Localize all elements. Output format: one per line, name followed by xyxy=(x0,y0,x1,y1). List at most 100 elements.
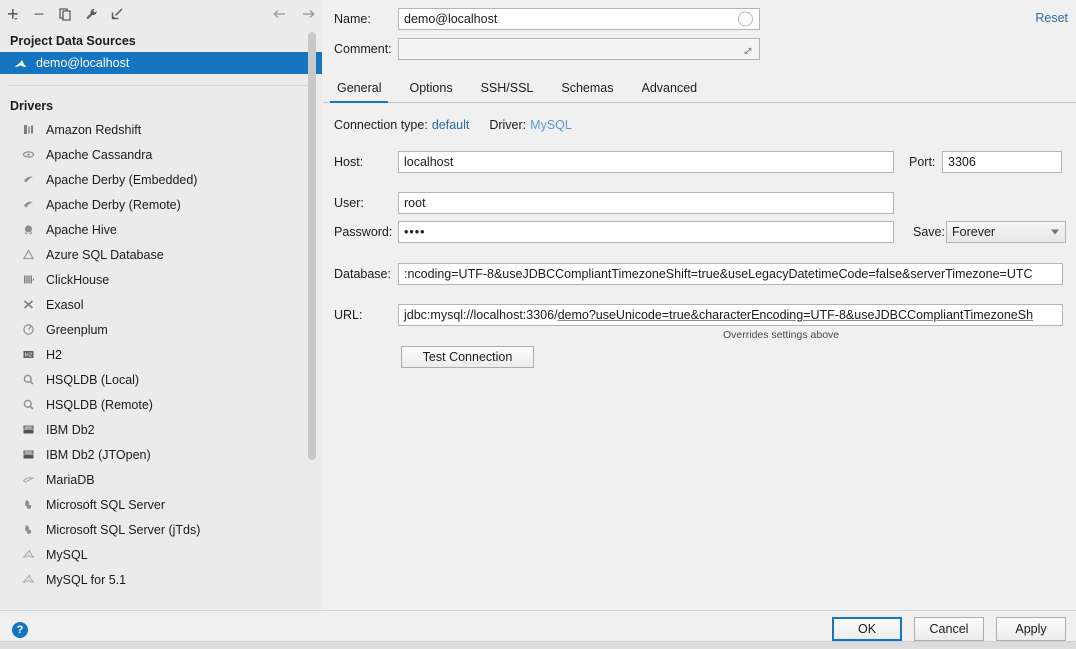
tab-ssh-ssl[interactable]: SSH/SSL xyxy=(467,81,548,102)
driver-item[interactable]: Apache Derby (Remote) xyxy=(0,192,322,217)
database-input-value: :ncoding=UTF-8&useJDBCCompliantTimezoneS… xyxy=(404,267,1033,281)
tab-label: SSH/SSL xyxy=(480,81,534,95)
driver-item[interactable]: HSQLDB (Local) xyxy=(0,367,322,392)
driver-label: Microsoft SQL Server (jTds) xyxy=(46,522,201,537)
copy-button[interactable] xyxy=(52,2,78,26)
driver-item[interactable]: MySQL xyxy=(0,542,322,567)
arrow-into-corner-icon[interactable] xyxy=(104,2,130,26)
sidebar-scrollbar-track[interactable] xyxy=(308,30,319,608)
apply-button[interactable]: Apply xyxy=(996,617,1066,641)
driver-item[interactable]: Microsoft SQL Server (jTds) xyxy=(0,517,322,542)
driver-item[interactable]: Apache Hive xyxy=(0,217,322,242)
url-input-underlined-part: demo?useUnicode=true&characterEncoding=U… xyxy=(557,308,1034,322)
project-data-sources-title: Project Data Sources xyxy=(10,34,136,48)
port-input[interactable]: 3306 xyxy=(942,151,1062,173)
derby-icon xyxy=(18,173,38,186)
driver-item[interactable]: Amazon Redshift xyxy=(0,117,322,142)
driver-item[interactable]: Apache Cassandra xyxy=(0,142,322,167)
forward-arrow-icon[interactable] xyxy=(294,2,322,26)
save-label: Save: xyxy=(913,225,945,239)
connection-type-value[interactable]: default xyxy=(432,118,470,132)
user-input[interactable]: root xyxy=(398,192,894,214)
tab-label: General xyxy=(337,81,382,95)
tab-advanced[interactable]: Advanced xyxy=(628,81,712,102)
driver-value[interactable]: MySQL xyxy=(530,118,572,132)
connection-type-label: Connection type: xyxy=(334,118,428,132)
url-hint: Overrides settings above xyxy=(723,329,840,341)
host-input[interactable]: localhost xyxy=(398,151,894,173)
circle-indicator-icon xyxy=(738,11,753,27)
host-row: Host: localhost xyxy=(334,151,894,173)
mssql-icon xyxy=(18,498,38,511)
driver-item[interactable]: IBM Db2 xyxy=(0,417,322,442)
mysql-icon xyxy=(10,57,30,70)
hsqldb-icon xyxy=(18,373,38,386)
save-dropdown-value: Forever xyxy=(952,225,996,239)
remove-button[interactable] xyxy=(26,2,52,26)
sidebar-scrollbar-thumb[interactable] xyxy=(308,32,316,460)
port-label: Port: xyxy=(909,155,936,169)
add-button[interactable] xyxy=(0,2,26,26)
user-row: User: root xyxy=(334,192,894,214)
help-icon[interactable]: ? xyxy=(12,622,28,638)
driver-item[interactable]: ClickHouse xyxy=(0,267,322,292)
ok-button[interactable]: OK xyxy=(832,617,902,641)
driver-item[interactable]: MySQL for 5.1 xyxy=(0,567,322,592)
name-label: Name: xyxy=(334,12,371,26)
tab-options[interactable]: Options xyxy=(395,81,466,102)
reset-link[interactable]: Reset xyxy=(1035,11,1068,25)
driver-item[interactable]: Azure SQL Database xyxy=(0,242,322,267)
cancel-button[interactable]: Cancel xyxy=(914,617,984,641)
url-input[interactable]: jdbc:mysql://localhost:3306/demo?useUnic… xyxy=(398,304,1063,326)
tab-general[interactable]: General xyxy=(323,81,395,103)
chevron-down-icon xyxy=(1051,229,1059,235)
expand-icon[interactable] xyxy=(742,43,754,55)
password-row: Password: •••• xyxy=(334,221,894,243)
cassandra-icon xyxy=(18,148,38,161)
password-input[interactable]: •••• xyxy=(398,221,894,243)
user-input-value: root xyxy=(404,196,426,210)
driver-item[interactable]: Exasol xyxy=(0,292,322,317)
save-dropdown[interactable]: Forever xyxy=(946,221,1066,243)
driver-item[interactable]: H2 H2 xyxy=(0,342,322,367)
hive-icon xyxy=(18,223,38,236)
mysql-icon xyxy=(18,548,38,561)
driver-item[interactable]: Apache Derby (Embedded) xyxy=(0,167,322,192)
wrench-icon[interactable] xyxy=(78,2,104,26)
test-connection-button[interactable]: Test Connection xyxy=(401,346,534,368)
driver-label: H2 xyxy=(46,347,62,362)
url-label: URL: xyxy=(334,308,363,322)
save-row: Save: Forever xyxy=(913,221,1066,243)
driver-item[interactable]: Microsoft SQL Server xyxy=(0,492,322,517)
host-input-value: localhost xyxy=(404,155,454,169)
tab-schemas[interactable]: Schemas xyxy=(547,81,627,102)
sidebar-panel: Project Data Sources demo@localhost Driv… xyxy=(0,0,322,610)
mssql-icon xyxy=(18,523,38,536)
test-connection-label: Test Connection xyxy=(422,350,513,364)
driver-item[interactable]: HSQLDB (Remote) xyxy=(0,392,322,417)
comment-input[interactable] xyxy=(398,38,760,60)
driver-label: ClickHouse xyxy=(46,272,110,287)
driver-label: Azure SQL Database xyxy=(46,247,164,262)
cancel-label: Cancel xyxy=(929,622,969,636)
tab-label: Advanced xyxy=(641,81,698,95)
data-sources-dialog: Project Data Sources demo@localhost Driv… xyxy=(0,0,1076,649)
sidebar-item-demo-localhost[interactable]: demo@localhost xyxy=(0,52,322,74)
driver-item[interactable]: MariaDB xyxy=(0,467,322,492)
name-row: Name: demo@localhost xyxy=(334,8,760,30)
tab-label: Options xyxy=(409,81,453,95)
derby-icon xyxy=(18,198,38,211)
back-arrow-icon[interactable] xyxy=(266,2,294,26)
driver-item[interactable]: Greenplum xyxy=(0,317,322,342)
name-input[interactable]: demo@localhost xyxy=(398,8,760,30)
driver-item[interactable]: IBM Db2 (JTOpen) xyxy=(0,442,322,467)
driver-label: HSQLDB (Local) xyxy=(46,372,140,387)
user-label: User: xyxy=(334,196,364,210)
driver-label: IBM Db2 (JTOpen) xyxy=(46,447,151,462)
driver-label: Apache Derby (Remote) xyxy=(46,197,181,212)
driver-label: IBM Db2 xyxy=(46,422,95,437)
database-row: Database: :ncoding=UTF-8&useJDBCComplian… xyxy=(334,263,1063,285)
database-input[interactable]: :ncoding=UTF-8&useJDBCCompliantTimezoneS… xyxy=(398,263,1063,285)
tab-label: Schemas xyxy=(561,81,614,95)
mysql-icon xyxy=(18,573,38,586)
